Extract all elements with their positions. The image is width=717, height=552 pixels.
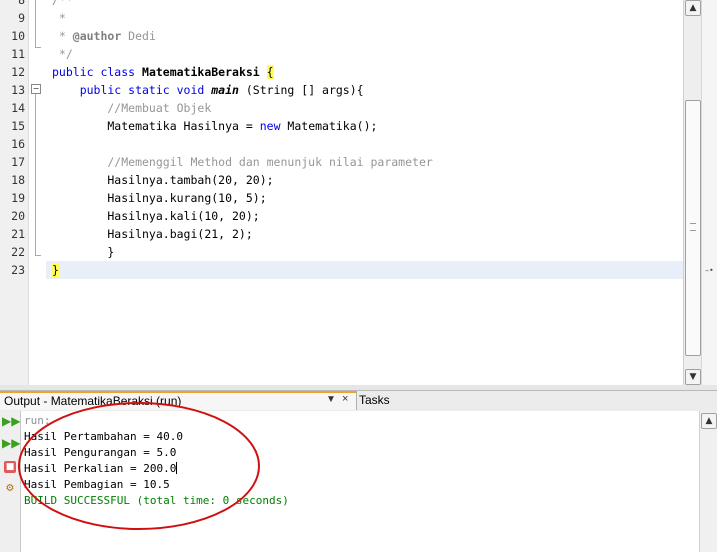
close-icon[interactable]: × [342,393,348,405]
line-number: 19 [11,191,25,205]
code-line: Hasilnya.kali(10, 20); [52,209,260,223]
line-number: 23 [11,263,25,277]
output-console[interactable]: run: Hasil Pertambahan = 40.0 Hasil Peng… [21,411,699,552]
line-number: 20 [11,209,25,223]
line-number: 16 [11,137,25,151]
output-line: Hasil Perkalian = 200.0 [24,461,178,477]
code-line: Hasilnya.tambah(20, 20); [52,173,274,187]
output-line: run: [24,414,51,427]
tab-tasks[interactable]: Tasks [359,393,390,407]
rerun-icon[interactable]: ▶▶ [2,413,20,429]
output-text: Hasil Perkalian = 200.0 [24,462,177,475]
code-line: Hasilnya.kurang(10, 5); [52,191,267,205]
text-caret [176,462,178,474]
javadoc-tag: @author [72,29,122,43]
code-token: Dedi [121,29,156,43]
line-number: 13 [11,83,25,97]
code-token: * [52,29,73,43]
keyword: public static void [52,83,212,97]
fold-guide-end [35,255,41,256]
method-name: main [211,83,239,97]
code-token: Matematika Hasilnya = [52,119,260,133]
tab-output[interactable]: Output - MatematikaBeraksi (run) ▼ × [0,391,356,410]
output-toolbar: ▶▶ ▶▶ ■ ⚙ [0,411,21,552]
grip-icon [690,223,696,231]
line-number: 11 [11,47,25,61]
fold-guide [35,0,36,47]
code-line: * @author Dedi [52,27,156,45]
code-token: Matematika(); [280,119,378,133]
current-line-highlight [46,261,683,279]
scrollbar-thumb[interactable] [685,100,701,356]
code-token: (String [] args){ [238,83,364,97]
code-line: } [52,245,115,259]
output-tab-bar: Output - MatematikaBeraksi (run) ▼ × Tas… [0,390,717,412]
code-line: } [52,261,59,279]
scroll-up-icon[interactable]: ▲ [701,413,717,429]
code-line: * [52,11,66,25]
fold-guide [35,94,36,255]
line-number: 8 [18,0,25,7]
class-name: MatematikaBeraksi [142,65,260,79]
code-line: //Memenggil Method dan menunjuk nilai pa… [52,155,433,169]
line-number: 17 [11,155,25,169]
matched-brace: } [52,263,59,277]
tab-menu-icon[interactable]: ▼ [326,394,336,405]
output-line: Hasil Pertambahan = 40.0 [24,430,183,443]
code-line: Matematika Hasilnya = new Matematika(); [52,117,377,135]
keyword: new [259,119,281,133]
code-line: */ [52,47,73,61]
scroll-up-icon[interactable]: ▲ [685,0,701,16]
code-line: public static void main (String [] args)… [52,81,364,99]
keyword: public class [52,65,143,79]
code-line: /** [52,0,73,7]
line-number: 22 [11,245,25,259]
line-number: 21 [11,227,25,241]
editor-vertical-scrollbar[interactable]: ▲ ▼ [683,0,701,385]
code-line: Hasilnya.bagi(21, 2); [52,227,253,241]
stop-icon[interactable]: ■ [4,461,16,473]
scroll-down-icon[interactable]: ▼ [685,369,701,385]
code-line: //Membuat Objek [52,101,212,115]
output-line: BUILD SUCCESSFUL (total time: 0 seconds) [24,494,289,507]
caret-position-icon: –• [705,266,714,275]
rerun-with-params-icon[interactable]: ▶▶ [2,435,20,451]
code-line: public class MatematikaBeraksi { [52,63,274,81]
fold-guide-end [35,47,41,48]
tab-output-label: Output - MatematikaBeraksi (run) [4,394,182,408]
settings-icon[interactable]: ⚙ [2,481,18,497]
line-number: 18 [11,173,25,187]
line-number: 10 [11,29,25,43]
line-number: 14 [11,101,25,115]
tab-divider [356,391,357,410]
output-vertical-scrollbar[interactable]: ▲ [699,411,717,552]
matched-brace: { [266,65,274,79]
line-number-gutter: 8 9 10 11 12 13 14 15 16 17 18 19 20 21 … [0,0,29,390]
line-number: 15 [11,119,25,133]
fold-collapse-icon[interactable]: − [31,84,41,94]
output-line: Hasil Pembagian = 10.5 [24,478,170,491]
line-number: 12 [11,65,25,79]
line-number: 9 [18,11,25,25]
fold-margin [29,0,45,390]
error-stripe[interactable]: –• [701,0,717,385]
output-line: Hasil Pengurangan = 5.0 [24,446,177,459]
code-editor[interactable]: 8 9 10 11 12 13 14 15 16 17 18 19 20 21 … [0,0,717,390]
